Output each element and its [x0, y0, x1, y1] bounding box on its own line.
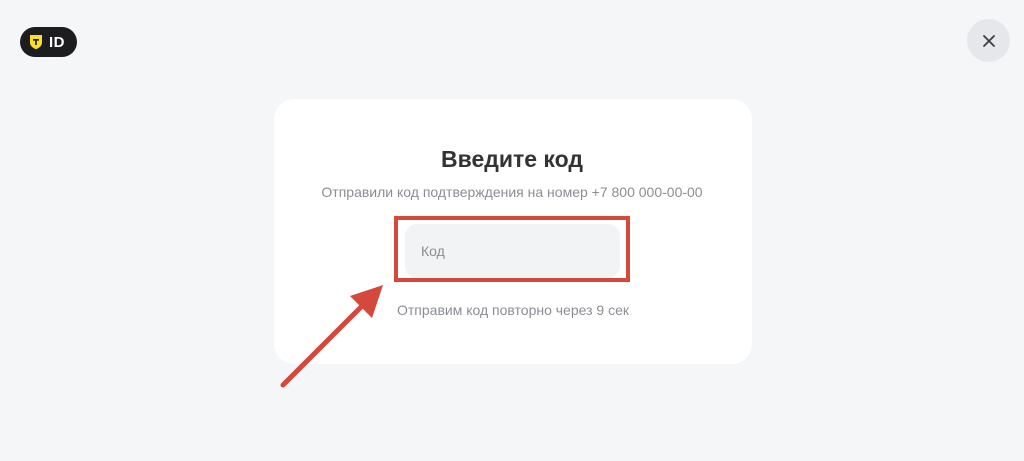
resend-timer-text: Отправим код повторно через 9 сек: [396, 302, 630, 318]
tid-logo: ID: [20, 27, 77, 57]
logo-text: ID: [49, 33, 65, 51]
page-title: Введите код: [441, 146, 583, 172]
confirmation-subtitle: Отправили код подтверждения на номер +7 …: [321, 184, 703, 200]
code-input[interactable]: [405, 224, 620, 278]
close-icon: [982, 34, 995, 47]
close-button[interactable]: [967, 19, 1010, 62]
shield-icon: [30, 35, 42, 50]
